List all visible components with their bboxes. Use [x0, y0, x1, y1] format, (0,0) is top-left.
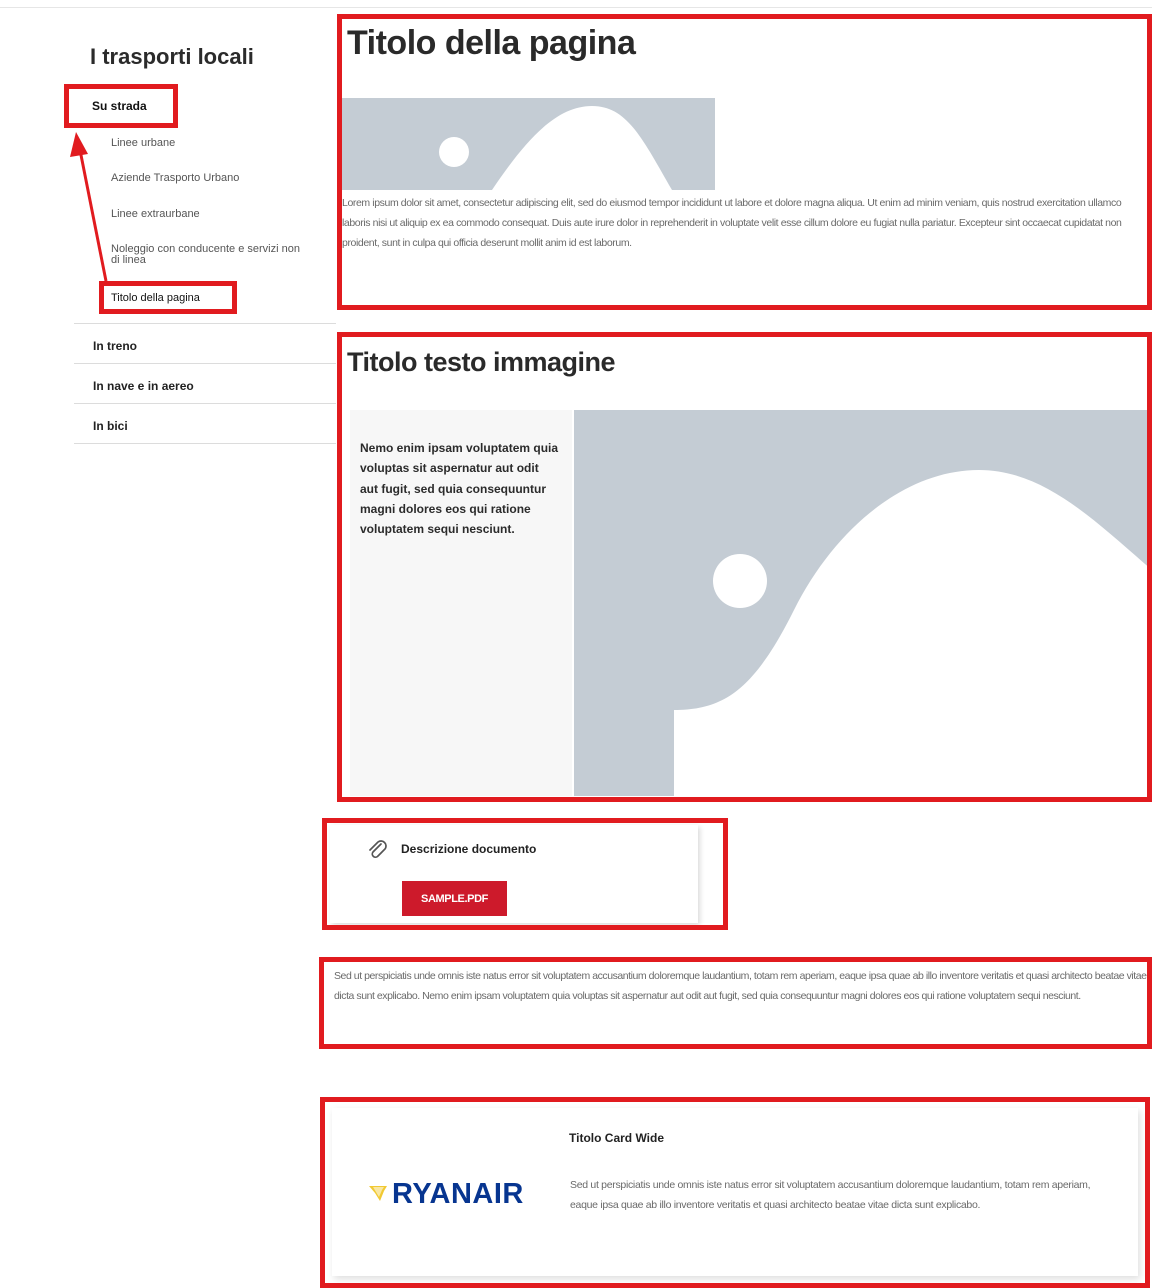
annotation-box-page-header: [337, 14, 1152, 310]
annotation-box-paragraph: [319, 957, 1152, 1049]
annotation-box-document: [322, 818, 728, 930]
annotation-box-wide-card: [320, 1097, 1150, 1288]
annotation-box-text-image: [337, 332, 1152, 802]
